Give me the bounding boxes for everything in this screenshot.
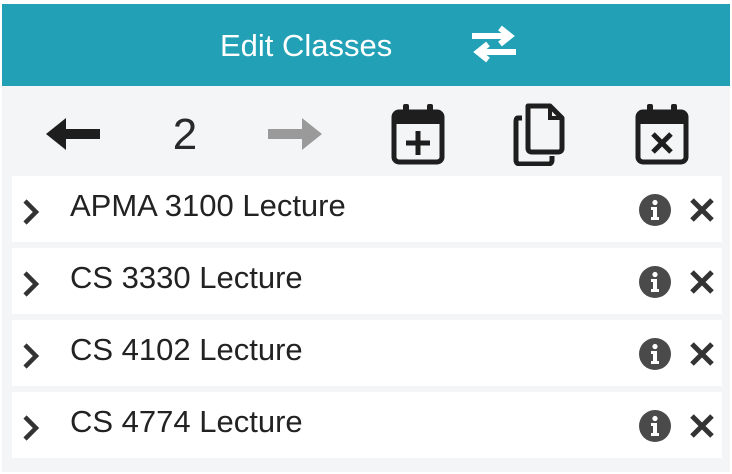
- class-row[interactable]: APMA 3100 Lecture: [12, 176, 722, 242]
- info-icon[interactable]: [638, 337, 672, 371]
- close-icon[interactable]: [688, 196, 716, 224]
- info-icon[interactable]: [638, 265, 672, 299]
- calendar-plus-icon[interactable]: [390, 102, 446, 166]
- chevron-right-icon[interactable]: [20, 268, 42, 300]
- arrow-right-icon[interactable]: [266, 112, 324, 156]
- edit-classes-panel: Edit Classes 2 APMA 3100 Lecture CS 3330…: [2, 4, 730, 472]
- class-label: CS 4774 Lecture: [70, 404, 303, 439]
- arrow-left-icon[interactable]: [44, 112, 102, 156]
- info-icon[interactable]: [638, 193, 672, 227]
- page-number: 2: [172, 110, 198, 159]
- copy-icon[interactable]: [510, 102, 568, 166]
- close-icon[interactable]: [688, 340, 716, 368]
- swap-arrows-icon[interactable]: [468, 24, 520, 64]
- class-label: CS 4102 Lecture: [70, 332, 303, 367]
- close-icon[interactable]: [688, 412, 716, 440]
- chevron-right-icon[interactable]: [20, 196, 42, 228]
- info-icon[interactable]: [638, 409, 672, 443]
- close-icon[interactable]: [688, 268, 716, 296]
- panel-header: Edit Classes: [2, 4, 730, 86]
- class-row[interactable]: CS 4102 Lecture: [12, 320, 722, 386]
- panel-title: Edit Classes: [220, 28, 393, 63]
- chevron-right-icon[interactable]: [20, 412, 42, 444]
- class-row[interactable]: CS 3330 Lecture: [12, 248, 722, 314]
- class-label: CS 3330 Lecture: [70, 260, 303, 295]
- class-label: APMA 3100 Lecture: [70, 188, 346, 223]
- chevron-right-icon[interactable]: [20, 340, 42, 372]
- calendar-x-icon[interactable]: [634, 102, 690, 166]
- class-row[interactable]: CS 4774 Lecture: [12, 392, 722, 458]
